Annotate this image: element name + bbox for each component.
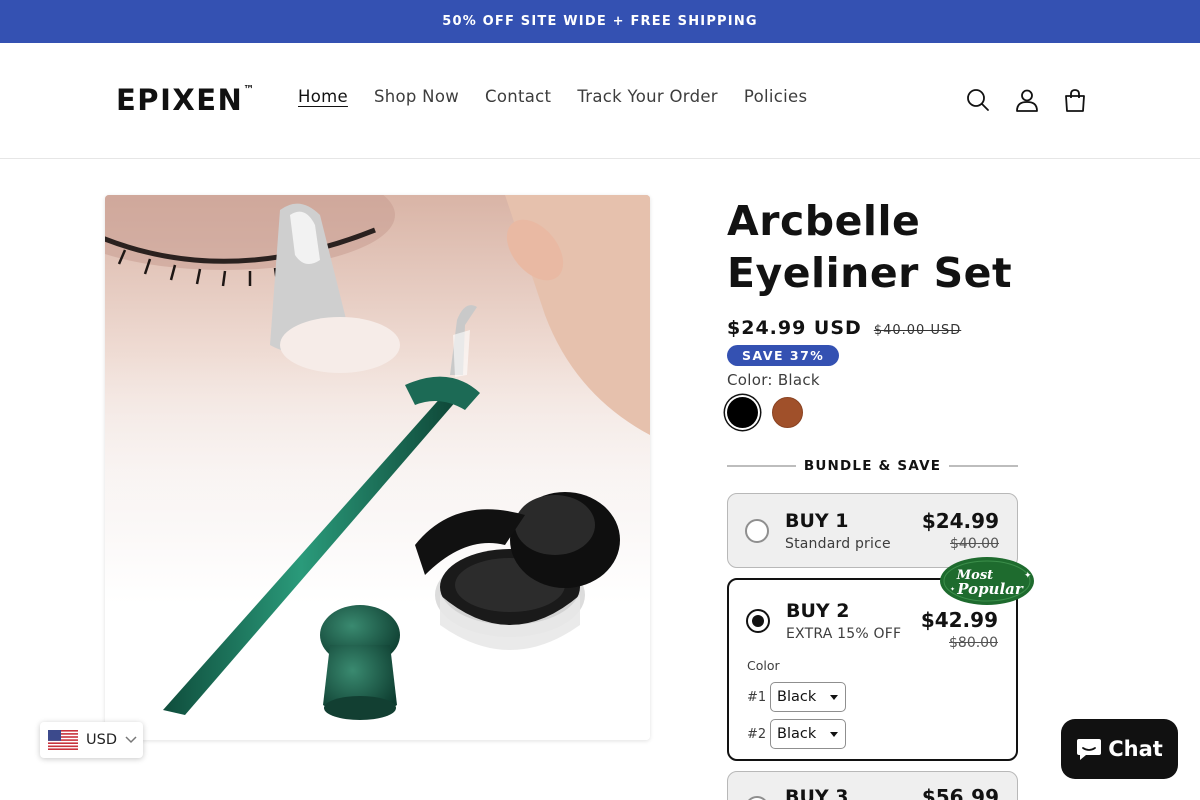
option-subtitle: Standard price	[785, 536, 891, 552]
sale-price: $24.99 USD	[727, 317, 862, 339]
bundle-header: BUNDLE & SAVE	[727, 458, 1018, 474]
radio-buy-3[interactable]	[745, 796, 769, 800]
option-compare-price: $40.00	[950, 536, 999, 552]
product-image[interactable]	[105, 195, 650, 740]
compare-price: $40.00 USD	[873, 323, 962, 338]
nav-policies[interactable]: Policies	[731, 87, 820, 106]
trademark-mark: ™	[243, 83, 255, 97]
announcement-bar: 50% OFF SITE WIDE + FREE SHIPPING	[0, 0, 1200, 43]
caret-down-icon	[830, 694, 838, 700]
bundle-header-label: BUNDLE & SAVE	[803, 458, 942, 474]
nav-track-order[interactable]: Track Your Order	[564, 87, 731, 106]
logo[interactable]: EPIXEN™	[116, 83, 254, 117]
variant-selector-row: #2 Black	[747, 719, 846, 749]
variant-select-value: Black	[777, 689, 817, 705]
divider	[949, 465, 1018, 467]
option-subtitle: EXTRA 15% OFF	[786, 626, 902, 642]
divider	[727, 465, 796, 467]
announcement-text: 50% OFF SITE WIDE + FREE SHIPPING	[442, 14, 758, 29]
currency-code: USD	[86, 732, 117, 748]
nav-contact[interactable]: Contact	[472, 87, 564, 106]
badge-text-popular: Popular	[956, 580, 1024, 598]
color-swatches	[727, 397, 1027, 428]
swatch-black[interactable]	[727, 397, 758, 428]
product-title: Arcbelle Eyeliner Set	[727, 195, 1027, 299]
product-title-line1: Arcbelle	[727, 197, 921, 245]
sparkle-icon: ✦	[1024, 571, 1032, 581]
main-nav: Home Shop Now Contact Track Your Order P…	[285, 87, 820, 106]
caret-down-icon	[830, 731, 838, 737]
chat-bubble-icon	[1077, 739, 1102, 760]
option-title: BUY 2	[786, 600, 850, 622]
color-label: Color: Black	[727, 371, 820, 389]
variant-select-1[interactable]: Black	[770, 682, 846, 712]
variant-select-value: Black	[777, 726, 817, 742]
variant-number: #2	[747, 726, 767, 742]
option-price: $42.99	[920, 608, 998, 632]
most-popular-badge: Most Popular ✦ ✦	[940, 557, 1034, 605]
chat-button[interactable]: Chat	[1061, 719, 1178, 779]
variant-select-2[interactable]: Black	[770, 719, 846, 749]
save-badge: SAVE 37%	[727, 345, 840, 366]
account-icon[interactable]	[1014, 87, 1040, 113]
product-info: Arcbelle Eyeliner Set $24.99 USD $40.00 …	[727, 195, 1027, 428]
product-illustration	[105, 195, 650, 720]
logo-text: EPIXEN	[116, 83, 244, 117]
chevron-down-icon	[125, 736, 137, 744]
us-flag-icon	[48, 730, 78, 750]
option-price: $24.99	[921, 509, 999, 533]
product-title-line2: Eyeliner Set	[727, 249, 1013, 297]
nav-shop-now[interactable]: Shop Now	[361, 87, 472, 106]
price-row: $24.99 USD $40.00 USD	[727, 317, 1027, 339]
nav-home[interactable]: Home	[285, 87, 361, 106]
bundle-option-buy-3[interactable]: BUY 3 $56.99	[727, 771, 1018, 800]
option-title: BUY 1	[785, 510, 849, 532]
site-header: EPIXEN™ Home Shop Now Contact Track Your…	[0, 43, 1200, 159]
variant-number: #1	[747, 689, 767, 705]
search-icon[interactable]	[965, 87, 991, 113]
chat-label: Chat	[1108, 737, 1163, 761]
radio-buy-2[interactable]	[746, 609, 770, 633]
bundle-color-label: Color	[747, 658, 780, 673]
currency-selector[interactable]: USD	[40, 722, 143, 758]
variant-selector-row: #1 Black	[747, 682, 846, 712]
option-title: BUY 3	[785, 786, 849, 800]
option-price: $56.99	[921, 785, 999, 800]
option-compare-price: $80.00	[949, 635, 998, 651]
cart-icon[interactable]	[1062, 87, 1088, 113]
swatch-brown[interactable]	[772, 397, 803, 428]
radio-buy-1[interactable]	[745, 519, 769, 543]
sparkle-icon: ✦	[950, 586, 955, 593]
